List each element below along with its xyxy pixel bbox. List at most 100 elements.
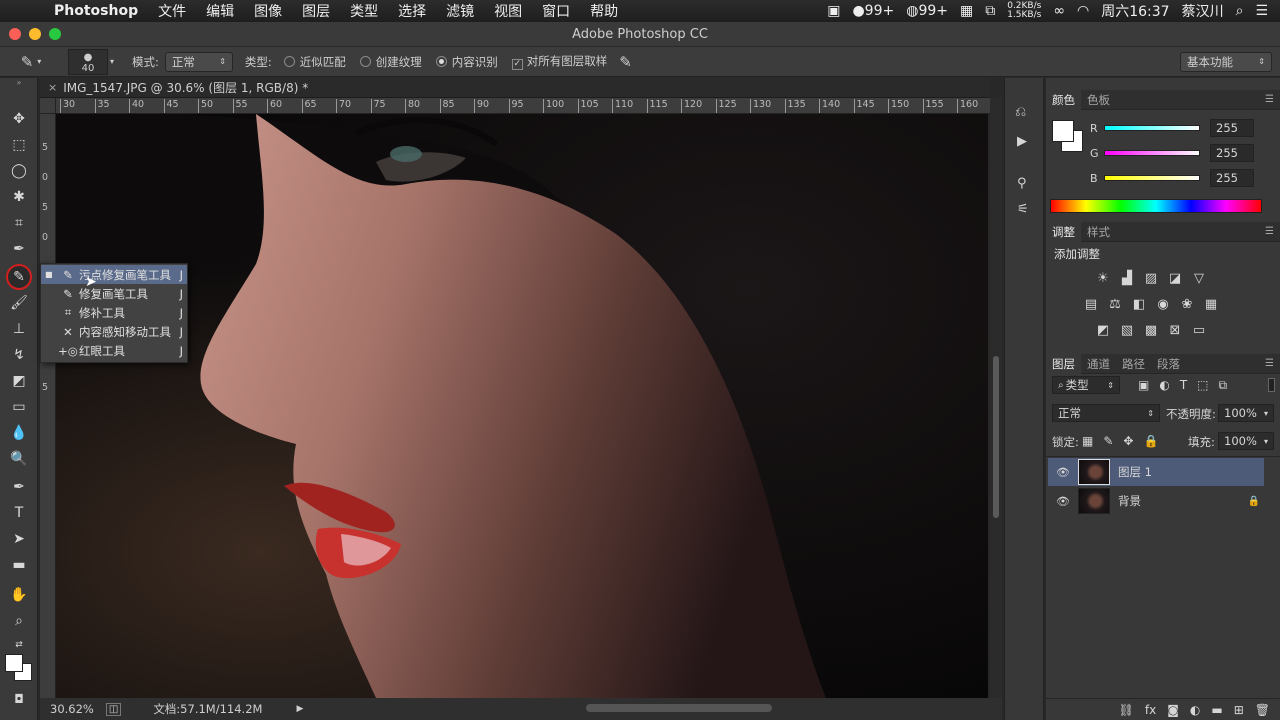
menu-file[interactable]: 文件: [148, 1, 196, 21]
menu-app-name[interactable]: Photoshop: [44, 3, 148, 19]
dodge-tool-icon[interactable]: 🔍: [7, 448, 31, 470]
new-adjustment-layer-icon[interactable]: ◐: [1190, 703, 1200, 717]
lasso-tool-icon[interactable]: ◯: [7, 160, 31, 182]
document-canvas[interactable]: [56, 114, 988, 698]
brush-picker-arrow-icon[interactable]: ▾: [110, 57, 114, 66]
wechat-icon[interactable]: ◍99+: [906, 3, 948, 19]
zoom-level[interactable]: 30.62%: [50, 702, 94, 716]
tab-channels[interactable]: 通道: [1081, 354, 1116, 374]
flyout-item-patch[interactable]: ⌗ 修补工具 J: [41, 303, 187, 322]
visibility-eye-icon[interactable]: 👁: [1048, 495, 1078, 508]
menu-view[interactable]: 视图: [484, 1, 532, 21]
flyout-item-content-aware-move[interactable]: ✕ 内容感知移动工具 J: [41, 322, 187, 341]
channel-ramp[interactable]: [1104, 150, 1200, 156]
menu-help[interactable]: 帮助: [580, 1, 628, 21]
workspace-select[interactable]: 基本功能 ⇕: [1180, 51, 1272, 72]
foreground-color-swatch[interactable]: [5, 654, 23, 672]
brightness-contrast-icon[interactable]: ☀: [1094, 271, 1112, 287]
layer-row-background[interactable]: 👁 背景 🔒: [1048, 487, 1266, 515]
pen-tool-icon[interactable]: ✒: [7, 476, 31, 498]
vertical-scroll-thumb[interactable]: [993, 356, 999, 518]
spot-healing-brush-tool-icon[interactable]: ✎: [6, 264, 32, 290]
creative-cloud-icon[interactable]: ∞: [1053, 3, 1065, 19]
flyout-item-spot-healing-brush[interactable]: ■ ✎ 污点修复画笔工具 J: [41, 265, 187, 284]
channel-mixer-icon[interactable]: ❀: [1178, 297, 1196, 313]
lock-position-icon[interactable]: ✥: [1123, 434, 1133, 448]
close-document-icon[interactable]: ×: [48, 81, 57, 94]
delete-layer-icon[interactable]: 🗑: [1255, 703, 1270, 717]
move-tool-icon[interactable]: ✥: [7, 108, 31, 130]
posterize-icon[interactable]: ▧: [1118, 323, 1136, 339]
close-window-button[interactable]: [9, 28, 21, 40]
vibrance-icon[interactable]: ▽: [1190, 271, 1208, 287]
eyedropper-tool-icon[interactable]: ✒: [7, 238, 31, 260]
zoom-window-button[interactable]: [49, 28, 61, 40]
gradient-tool-icon[interactable]: ▭: [7, 396, 31, 418]
menu-image[interactable]: 图像: [244, 1, 292, 21]
marquee-tool-icon[interactable]: ⬚: [7, 134, 31, 156]
tool-preset-picker[interactable]: ✎ ▾: [0, 53, 62, 71]
quick-mask-icon[interactable]: ◘: [7, 688, 31, 710]
type-radio-texture[interactable]: 创建纹理: [359, 54, 422, 70]
clone-stamp-tool-icon[interactable]: ⊥: [7, 318, 31, 340]
lock-all-icon[interactable]: 🔒: [1143, 434, 1158, 448]
layer-row-layer1[interactable]: 👁 图层 1: [1048, 458, 1264, 486]
hue-saturation-icon[interactable]: ▤: [1082, 297, 1100, 313]
panel-menu-icon[interactable]: ☰: [1265, 226, 1274, 237]
history-panel-icon[interactable]: ⎌: [1015, 104, 1026, 120]
channel-ramp[interactable]: [1104, 175, 1200, 181]
brush-tool-icon[interactable]: 🖌: [7, 292, 31, 314]
layer-filter-select[interactable]: ⌕ 类型 ⇕: [1052, 376, 1120, 394]
flyout-item-healing-brush[interactable]: ✎ 修复画笔工具 J: [41, 284, 187, 303]
color-lookup-icon[interactable]: ▦: [1202, 297, 1220, 313]
channel-value-input[interactable]: 255: [1210, 144, 1254, 162]
filter-shape-icon[interactable]: ⬚: [1197, 378, 1208, 393]
display-icon[interactable]: ▦: [960, 3, 973, 19]
visibility-eye-icon[interactable]: 👁: [1048, 466, 1078, 479]
camera-icon[interactable]: ▣: [827, 3, 840, 19]
color-foreground-swatch[interactable]: [1052, 120, 1074, 142]
slider-g[interactable]: G 255: [1090, 144, 1254, 162]
threshold-icon[interactable]: ▩: [1142, 323, 1160, 339]
new-layer-icon[interactable]: ⊞: [1234, 703, 1244, 717]
bell-icon[interactable]: ●99+: [852, 3, 894, 19]
filter-adjustment-icon[interactable]: ◐: [1159, 378, 1169, 393]
layer-mask-icon[interactable]: ◙: [1167, 703, 1179, 717]
tab-paths[interactable]: 路径: [1116, 354, 1151, 374]
invert-icon[interactable]: ◩: [1094, 323, 1112, 339]
lock-pixels-icon[interactable]: ✎: [1103, 434, 1113, 448]
spotlight-search-icon[interactable]: ⌕: [1236, 3, 1244, 19]
channel-ramp[interactable]: [1104, 125, 1200, 131]
collapse-toolbar-icon[interactable]: »: [7, 78, 31, 90]
filter-smart-object-icon[interactable]: ⧉: [1219, 378, 1228, 393]
status-menu-arrow-icon[interactable]: ▶: [296, 704, 303, 714]
curves-icon[interactable]: ▨: [1142, 271, 1160, 287]
vertical-scrollbar[interactable]: [990, 98, 1002, 698]
menu-edit[interactable]: 编辑: [196, 1, 244, 21]
actions-panel-icon[interactable]: ▶: [1017, 134, 1027, 149]
brush-presets-icon[interactable]: ⚲: [1017, 176, 1027, 191]
ruler-origin[interactable]: [40, 98, 56, 114]
pressure-size-icon[interactable]: ✎: [619, 53, 632, 71]
blend-mode-select[interactable]: 正常 ⇕: [1052, 404, 1160, 422]
panel-menu-icon[interactable]: ☰: [1265, 94, 1274, 105]
status-icon[interactable]: ◫: [105, 702, 122, 716]
rectangle-tool-icon[interactable]: ▬: [7, 554, 31, 576]
properties-panel-icon[interactable]: ⚟: [1017, 202, 1029, 217]
gradient-map-icon[interactable]: ▭: [1190, 323, 1208, 339]
photo-filter-icon[interactable]: ◉: [1154, 297, 1172, 313]
crop-tool-icon[interactable]: ⌗: [7, 212, 31, 234]
document-tab[interactable]: × IMG_1547.JPG @ 30.6% (图层 1, RGB/8) *: [40, 78, 990, 98]
tab-swatches[interactable]: 色板: [1081, 90, 1116, 110]
color-spectrum-bar[interactable]: [1050, 199, 1262, 213]
channel-value-input[interactable]: 255: [1210, 119, 1254, 137]
zoom-tool-icon[interactable]: ⌕: [7, 610, 31, 632]
type-radio-proximity[interactable]: 近似匹配: [283, 54, 346, 70]
default-colors-icon[interactable]: ⇄: [7, 634, 31, 656]
wifi-icon[interactable]: ◠: [1077, 3, 1089, 19]
panel-menu-icon[interactable]: ☰: [1265, 358, 1274, 369]
lock-transparent-icon[interactable]: ▦: [1082, 434, 1093, 448]
brush-size-picker[interactable]: ● 40: [68, 48, 108, 75]
layer-style-icon[interactable]: fx: [1145, 703, 1156, 717]
mode-select[interactable]: 正常 ⇕: [164, 51, 233, 72]
